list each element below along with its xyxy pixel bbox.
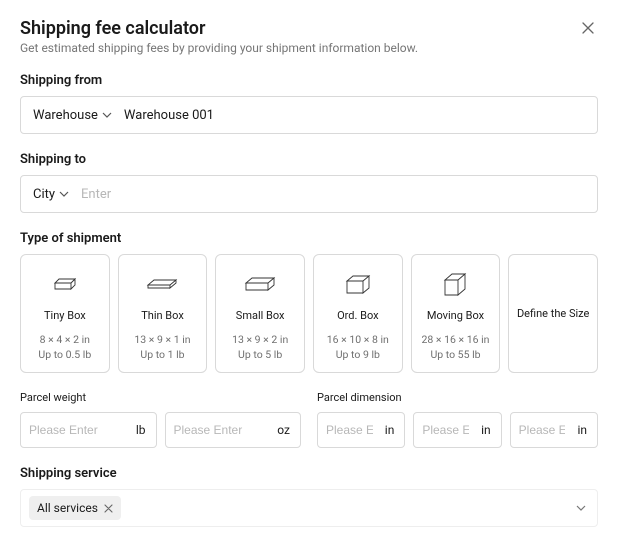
- weight-input-lb[interactable]: lb: [20, 412, 157, 448]
- tiny-box-icon: [51, 275, 79, 293]
- card-dims: 13 × 9 × 1 in: [134, 332, 190, 347]
- dim-input-2[interactable]: in: [413, 412, 501, 448]
- shipping-to-label: Shipping to: [20, 152, 598, 167]
- shipment-card-ord[interactable]: Ord. Box 16 × 10 × 8 in Up to 9 lb: [313, 254, 403, 373]
- shipment-type-grid: Tiny Box 8 × 4 × 2 in Up to 0.5 lb Thin …: [20, 254, 598, 373]
- close-button[interactable]: [578, 18, 598, 38]
- dim-input-3[interactable]: in: [510, 412, 598, 448]
- page-subtitle: Get estimated shipping fees by providing…: [20, 41, 598, 55]
- unit-suffix: in: [477, 423, 501, 437]
- close-icon: [104, 504, 113, 513]
- shipment-card-thin[interactable]: Thin Box 13 × 9 × 1 in Up to 1 lb: [118, 254, 208, 373]
- card-weight: Up to 9 lb: [336, 347, 380, 362]
- shipping-from-selector-label: Warehouse: [33, 108, 98, 123]
- dim-1-field[interactable]: [318, 423, 381, 437]
- card-title: Small Box: [236, 309, 285, 322]
- unit-suffix: lb: [132, 423, 156, 437]
- service-chip[interactable]: All services: [29, 496, 121, 520]
- shipping-service-select[interactable]: All services: [20, 489, 598, 527]
- chip-remove-button[interactable]: [104, 504, 113, 513]
- shipping-from-value: Warehouse 001: [124, 108, 585, 123]
- thin-box-icon: [145, 275, 179, 293]
- service-chip-label: All services: [37, 501, 98, 515]
- dim-3-field[interactable]: [511, 423, 574, 437]
- card-dims: 13 × 9 × 2 in: [232, 332, 288, 347]
- dim-input-1[interactable]: in: [317, 412, 405, 448]
- shipment-card-moving[interactable]: Moving Box 28 × 16 × 16 in Up to 55 lb: [411, 254, 501, 373]
- card-weight: Up to 1 lb: [140, 347, 184, 362]
- card-dims: 8 × 4 × 2 in: [40, 332, 90, 347]
- card-title: Ord. Box: [337, 309, 379, 322]
- shipping-to-selector-label: City: [33, 187, 55, 202]
- close-icon: [582, 22, 594, 34]
- shipping-from-label: Shipping from: [20, 73, 598, 88]
- card-weight: Up to 55 lb: [430, 347, 480, 362]
- shipment-card-small[interactable]: Small Box 13 × 9 × 2 in Up to 5 lb: [215, 254, 305, 373]
- chevron-down-icon: [102, 110, 112, 120]
- shipment-card-define[interactable]: Define the Size: [508, 254, 598, 373]
- weight-oz-field[interactable]: [166, 423, 274, 437]
- unit-suffix: in: [573, 423, 597, 437]
- small-box-icon: [243, 274, 277, 294]
- card-title: Thin Box: [141, 309, 184, 322]
- card-dims: 16 × 10 × 8 in: [327, 332, 389, 347]
- shipping-to-field[interactable]: City Enter: [20, 175, 598, 213]
- weight-input-oz[interactable]: oz: [165, 412, 302, 448]
- chevron-down-icon: [59, 189, 69, 199]
- shipping-to-selector[interactable]: City: [33, 187, 69, 202]
- parcel-weight-label: Parcel weight: [20, 391, 301, 404]
- define-size-label: Define the Size: [517, 307, 589, 320]
- shipment-card-tiny[interactable]: Tiny Box 8 × 4 × 2 in Up to 0.5 lb: [20, 254, 110, 373]
- card-title: Moving Box: [427, 309, 484, 322]
- card-title: Tiny Box: [44, 309, 86, 322]
- card-weight: Up to 5 lb: [238, 347, 282, 362]
- shipping-service-label: Shipping service: [20, 466, 598, 481]
- type-of-shipment-label: Type of shipment: [20, 231, 598, 246]
- ord-box-icon: [343, 271, 373, 297]
- page-title: Shipping fee calculator: [20, 18, 205, 39]
- unit-suffix: in: [381, 423, 405, 437]
- moving-box-icon: [440, 269, 470, 299]
- chevron-down-icon: [575, 502, 587, 514]
- shipping-from-selector[interactable]: Warehouse: [33, 108, 112, 123]
- shipping-from-field[interactable]: Warehouse Warehouse 001: [20, 96, 598, 134]
- dim-2-field[interactable]: [414, 423, 477, 437]
- parcel-dimension-label: Parcel dimension: [317, 391, 598, 404]
- weight-lb-field[interactable]: [21, 423, 132, 437]
- card-dims: 28 × 16 × 16 in: [421, 332, 489, 347]
- unit-suffix: oz: [273, 423, 300, 437]
- card-weight: Up to 0.5 lb: [38, 347, 91, 362]
- shipping-to-placeholder: Enter: [81, 187, 585, 202]
